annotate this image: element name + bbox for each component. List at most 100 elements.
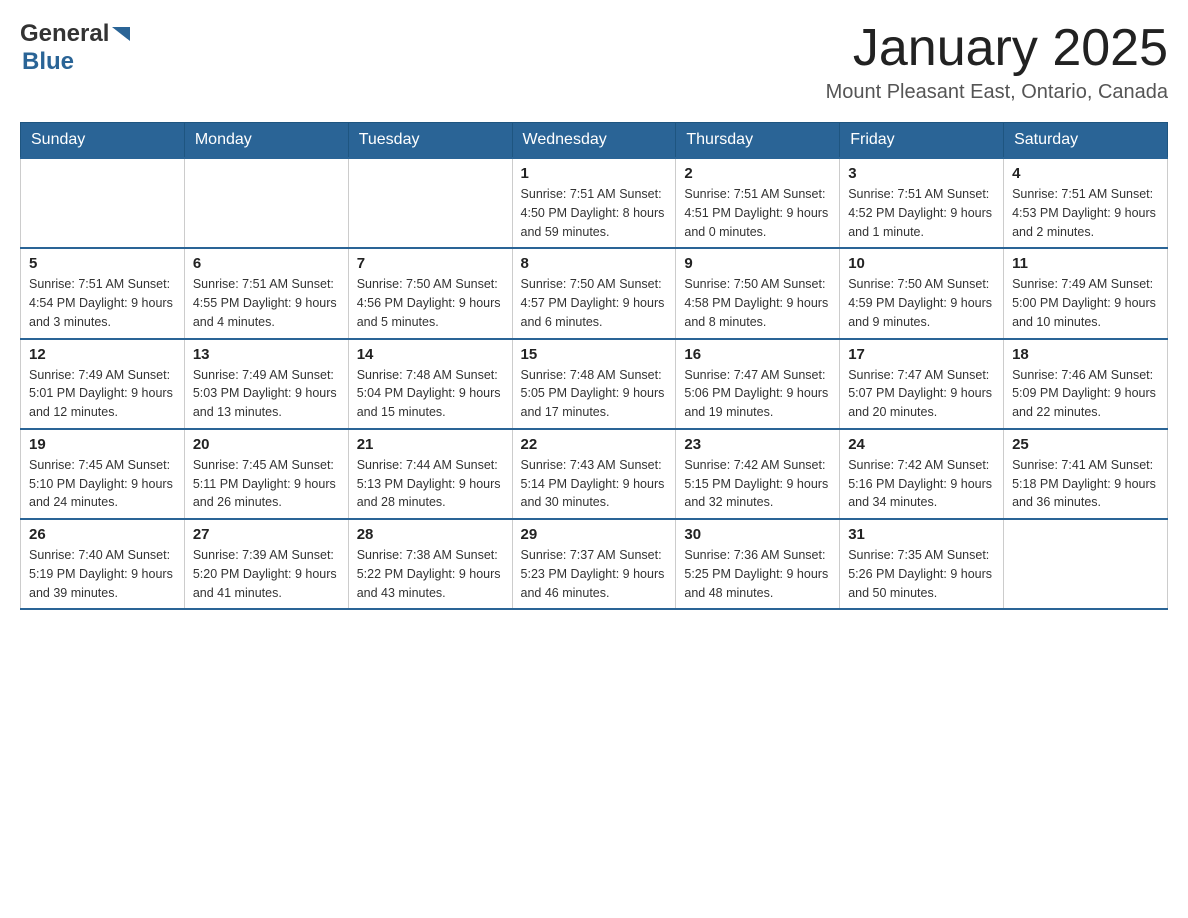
day-info: Sunrise: 7:40 AM Sunset: 5:19 PM Dayligh… xyxy=(29,546,176,602)
day-cell: 17 Sunrise: 7:47 AM Sunset: 5:07 PM Dayli… xyxy=(840,339,1004,429)
logo-arrow-icon xyxy=(112,23,134,45)
day-info: Sunrise: 7:51 AM Sunset: 4:50 PM Dayligh… xyxy=(521,185,668,241)
day-cell: 21 Sunrise: 7:44 AM Sunset: 5:13 PM Dayli… xyxy=(348,429,512,519)
day-number: 9 xyxy=(684,255,831,272)
day-number: 28 xyxy=(357,526,504,543)
day-cell: 27 Sunrise: 7:39 AM Sunset: 5:20 PM Dayli… xyxy=(184,519,348,609)
day-info: Sunrise: 7:39 AM Sunset: 5:20 PM Dayligh… xyxy=(193,546,340,602)
day-number: 24 xyxy=(848,436,995,453)
day-cell: 6 Sunrise: 7:51 AM Sunset: 4:55 PM Daylig… xyxy=(184,248,348,338)
day-cell: 25Sunrise: 7:41 AM Sunset: 5:18 PM Dayli… xyxy=(1004,429,1168,519)
day-cell: 8Sunrise: 7:50 AM Sunset: 4:57 PM Daylig… xyxy=(512,248,676,338)
day-number: 6 xyxy=(193,255,340,272)
day-cell: 18 Sunrise: 7:46 AM Sunset: 5:09 PM Dayli… xyxy=(1004,339,1168,429)
day-number: 30 xyxy=(684,526,831,543)
title-block: January 2025 Mount Pleasant East, Ontari… xyxy=(826,20,1168,104)
day-info: Sunrise: 7:36 AM Sunset: 5:25 PM Dayligh… xyxy=(684,546,831,602)
logo-general-text: General xyxy=(20,20,109,48)
day-number: 25 xyxy=(1012,436,1159,453)
day-number: 1 xyxy=(521,165,668,182)
day-cell: 26 Sunrise: 7:40 AM Sunset: 5:19 PM Dayli… xyxy=(21,519,185,609)
calendar-title: January 2025 xyxy=(826,20,1168,77)
day-info: Sunrise: 7:49 AM Sunset: 5:00 PM Dayligh… xyxy=(1012,275,1159,331)
week-row-1: 1 Sunrise: 7:51 AM Sunset: 4:50 PM Daylig… xyxy=(21,158,1168,248)
day-number: 15 xyxy=(521,346,668,363)
day-info: Sunrise: 7:44 AM Sunset: 5:13 PM Dayligh… xyxy=(357,456,504,512)
logo: General Blue xyxy=(20,20,134,76)
day-number: 7 xyxy=(357,255,504,272)
day-info: Sunrise: 7:48 AM Sunset: 5:04 PM Dayligh… xyxy=(357,366,504,422)
day-number: 19 xyxy=(29,436,176,453)
day-info: Sunrise: 7:45 AM Sunset: 5:10 PM Dayligh… xyxy=(29,456,176,512)
day-info: Sunrise: 7:51 AM Sunset: 4:52 PM Dayligh… xyxy=(848,185,995,241)
day-number: 31 xyxy=(848,526,995,543)
day-number: 5 xyxy=(29,255,176,272)
calendar-subtitle: Mount Pleasant East, Ontario, Canada xyxy=(826,81,1168,104)
day-cell: 20 Sunrise: 7:45 AM Sunset: 5:11 PM Dayli… xyxy=(184,429,348,519)
day-number: 23 xyxy=(684,436,831,453)
day-cell: 10Sunrise: 7:50 AM Sunset: 4:59 PM Dayli… xyxy=(840,248,1004,338)
week-row-5: 26 Sunrise: 7:40 AM Sunset: 5:19 PM Dayli… xyxy=(21,519,1168,609)
day-cell: 31Sunrise: 7:35 AM Sunset: 5:26 PM Dayli… xyxy=(840,519,1004,609)
day-cell: 30 Sunrise: 7:36 AM Sunset: 5:25 PM Dayli… xyxy=(676,519,840,609)
day-cell: 13Sunrise: 7:49 AM Sunset: 5:03 PM Dayli… xyxy=(184,339,348,429)
col-header-monday: Monday xyxy=(184,123,348,159)
day-cell xyxy=(21,158,185,248)
day-cell: 15 Sunrise: 7:48 AM Sunset: 5:05 PM Dayli… xyxy=(512,339,676,429)
day-info: Sunrise: 7:45 AM Sunset: 5:11 PM Dayligh… xyxy=(193,456,340,512)
day-info: Sunrise: 7:51 AM Sunset: 4:51 PM Dayligh… xyxy=(684,185,831,241)
col-header-saturday: Saturday xyxy=(1004,123,1168,159)
day-info: Sunrise: 7:47 AM Sunset: 5:07 PM Dayligh… xyxy=(848,366,995,422)
day-cell: 11 Sunrise: 7:49 AM Sunset: 5:00 PM Dayli… xyxy=(1004,248,1168,338)
day-info: Sunrise: 7:50 AM Sunset: 4:57 PM Dayligh… xyxy=(521,275,668,331)
day-number: 21 xyxy=(357,436,504,453)
day-info: Sunrise: 7:51 AM Sunset: 4:53 PM Dayligh… xyxy=(1012,185,1159,241)
day-info: Sunrise: 7:50 AM Sunset: 4:58 PM Dayligh… xyxy=(684,275,831,331)
day-cell: 19 Sunrise: 7:45 AM Sunset: 5:10 PM Dayli… xyxy=(21,429,185,519)
day-number: 3 xyxy=(848,165,995,182)
day-cell: 9 Sunrise: 7:50 AM Sunset: 4:58 PM Daylig… xyxy=(676,248,840,338)
day-cell xyxy=(1004,519,1168,609)
day-info: Sunrise: 7:48 AM Sunset: 5:05 PM Dayligh… xyxy=(521,366,668,422)
day-cell: 12 Sunrise: 7:49 AM Sunset: 5:01 PM Dayli… xyxy=(21,339,185,429)
day-number: 27 xyxy=(193,526,340,543)
day-number: 22 xyxy=(521,436,668,453)
day-number: 20 xyxy=(193,436,340,453)
day-number: 4 xyxy=(1012,165,1159,182)
logo-blue-text: Blue xyxy=(22,48,74,76)
day-info: Sunrise: 7:42 AM Sunset: 5:15 PM Dayligh… xyxy=(684,456,831,512)
col-header-wednesday: Wednesday xyxy=(512,123,676,159)
day-cell: 16 Sunrise: 7:47 AM Sunset: 5:06 PM Dayli… xyxy=(676,339,840,429)
header-row: SundayMondayTuesdayWednesdayThursdayFrid… xyxy=(21,123,1168,159)
day-info: Sunrise: 7:47 AM Sunset: 5:06 PM Dayligh… xyxy=(684,366,831,422)
day-number: 13 xyxy=(193,346,340,363)
day-number: 18 xyxy=(1012,346,1159,363)
day-number: 29 xyxy=(521,526,668,543)
page-header: General Blue January 2025 Mount Pleasant… xyxy=(20,20,1168,104)
day-number: 16 xyxy=(684,346,831,363)
day-info: Sunrise: 7:43 AM Sunset: 5:14 PM Dayligh… xyxy=(521,456,668,512)
week-row-4: 19 Sunrise: 7:45 AM Sunset: 5:10 PM Dayli… xyxy=(21,429,1168,519)
day-number: 12 xyxy=(29,346,176,363)
day-number: 17 xyxy=(848,346,995,363)
day-number: 2 xyxy=(684,165,831,182)
day-info: Sunrise: 7:50 AM Sunset: 4:59 PM Dayligh… xyxy=(848,275,995,331)
day-info: Sunrise: 7:46 AM Sunset: 5:09 PM Dayligh… xyxy=(1012,366,1159,422)
day-info: Sunrise: 7:38 AM Sunset: 5:22 PM Dayligh… xyxy=(357,546,504,602)
day-cell: 5 Sunrise: 7:51 AM Sunset: 4:54 PM Daylig… xyxy=(21,248,185,338)
day-cell: 22 Sunrise: 7:43 AM Sunset: 5:14 PM Dayli… xyxy=(512,429,676,519)
day-number: 11 xyxy=(1012,255,1159,272)
day-number: 14 xyxy=(357,346,504,363)
col-header-tuesday: Tuesday xyxy=(348,123,512,159)
day-cell: 23 Sunrise: 7:42 AM Sunset: 5:15 PM Dayli… xyxy=(676,429,840,519)
day-number: 26 xyxy=(29,526,176,543)
day-info: Sunrise: 7:49 AM Sunset: 5:01 PM Dayligh… xyxy=(29,366,176,422)
week-row-2: 5 Sunrise: 7:51 AM Sunset: 4:54 PM Daylig… xyxy=(21,248,1168,338)
week-row-3: 12 Sunrise: 7:49 AM Sunset: 5:01 PM Dayli… xyxy=(21,339,1168,429)
day-cell xyxy=(348,158,512,248)
day-info: Sunrise: 7:51 AM Sunset: 4:55 PM Dayligh… xyxy=(193,275,340,331)
day-info: Sunrise: 7:50 AM Sunset: 4:56 PM Dayligh… xyxy=(357,275,504,331)
col-header-friday: Friday xyxy=(840,123,1004,159)
day-info: Sunrise: 7:51 AM Sunset: 4:54 PM Dayligh… xyxy=(29,275,176,331)
day-cell: 28 Sunrise: 7:38 AM Sunset: 5:22 PM Dayli… xyxy=(348,519,512,609)
